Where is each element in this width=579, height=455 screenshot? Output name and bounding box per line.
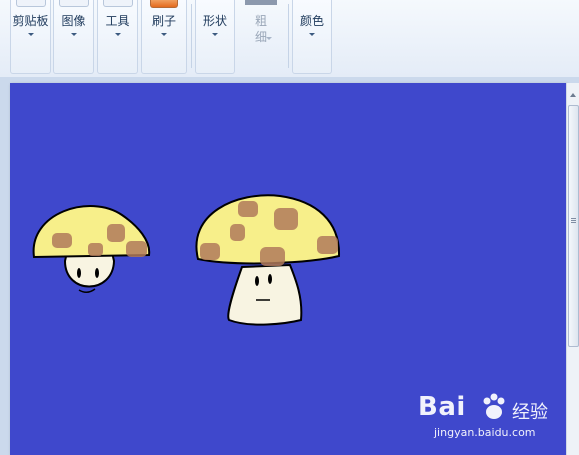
colors-button[interactable]: 颜色	[293, 0, 331, 55]
colors-label: 颜色	[299, 14, 324, 28]
chevron-down-icon	[309, 33, 315, 36]
big-mushroom	[195, 194, 341, 326]
image-group: 图像	[53, 0, 94, 74]
watermark-url: jingyan.baidu.com	[434, 426, 536, 439]
mouth	[78, 288, 96, 293]
brush-icon	[150, 0, 178, 8]
scroll-thumb[interactable]	[568, 105, 579, 347]
cap-spot	[274, 208, 298, 230]
scroll-up-icon[interactable]	[570, 93, 576, 97]
chevron-down-icon	[27, 33, 34, 36]
chevron-down-icon	[266, 37, 272, 40]
cap-spot	[126, 241, 147, 257]
eye	[268, 274, 272, 284]
clipboard-icon	[15, 0, 46, 7]
shapes-group: 形状	[195, 0, 235, 74]
size-label: 粗细	[254, 14, 267, 44]
clipboard-label: 剪贴板	[12, 14, 49, 28]
big-mushroom-stem	[227, 263, 303, 326]
watermark-brand: Bai	[418, 392, 466, 422]
cap-spot	[52, 233, 72, 248]
tools-icon	[102, 0, 133, 7]
grip-icon	[571, 218, 576, 219]
shapes-label: 形状	[202, 14, 227, 28]
cap-spot	[107, 224, 125, 242]
image-button[interactable]: 图像	[54, 0, 93, 55]
stroke-width-icon	[245, 0, 277, 5]
tools-label: 工具	[105, 14, 130, 28]
ribbon-separator	[191, 4, 192, 68]
colors-group: 颜色	[292, 0, 332, 74]
shapes-button[interactable]: 形状	[196, 0, 234, 55]
clipboard-group: 剪贴板	[10, 0, 51, 74]
image-label: 图像	[61, 14, 86, 28]
baidu-watermark: Bai 经验 jingyan.baidu.com	[418, 392, 568, 440]
paw-icon	[483, 393, 505, 419]
tools-group: 工具	[97, 0, 138, 74]
clipboard-button[interactable]: 剪贴板	[11, 0, 50, 55]
brushes-button[interactable]: 刷子	[142, 0, 186, 55]
cap-spot	[238, 201, 258, 217]
eye	[77, 268, 81, 278]
chevron-down-icon	[161, 33, 167, 36]
eye	[255, 276, 259, 286]
small-mushroom	[32, 205, 151, 293]
cap-spot	[230, 224, 245, 241]
brushes-label: 刷子	[151, 14, 176, 28]
image-icon	[58, 0, 89, 7]
eye	[95, 268, 99, 278]
cap-spot	[317, 236, 338, 254]
chevron-down-icon	[212, 33, 218, 36]
size-group: 粗细	[237, 0, 285, 74]
brushes-group: 刷子	[141, 0, 187, 74]
ribbon-separator	[288, 4, 289, 68]
cap-spot	[88, 243, 103, 256]
tools-button[interactable]: 工具	[98, 0, 137, 55]
chevron-down-icon	[70, 33, 77, 36]
watermark-jingyan: 经验	[512, 402, 548, 423]
cap-spot	[200, 243, 220, 260]
chevron-down-icon	[114, 33, 121, 36]
size-button[interactable]: 粗细	[237, 0, 285, 55]
cap-spot	[260, 247, 285, 266]
ribbon: 剪贴板 图像 工具 刷子 形状 粗细 颜色	[0, 0, 579, 78]
